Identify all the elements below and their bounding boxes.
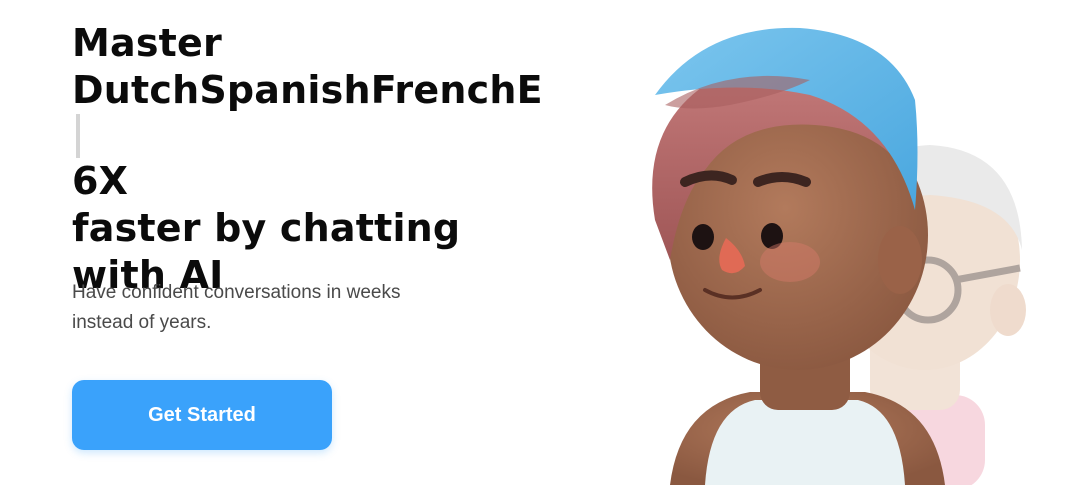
right-eyebrow bbox=[753, 172, 811, 187]
hero-illustration bbox=[652, 27, 1026, 485]
cheek-blush bbox=[760, 242, 820, 282]
headline-line-3: 6X bbox=[72, 159, 129, 203]
tank-top bbox=[705, 400, 905, 485]
headline-line-1: Master bbox=[72, 21, 222, 65]
elder-ear bbox=[990, 284, 1026, 336]
headline-line-2: DutchSpanishFrenchE bbox=[72, 67, 612, 158]
subtitle-line-1: Have confident conversations in weeks bbox=[72, 282, 401, 303]
hero-subtitle: Have confident conversations in weeks in… bbox=[72, 278, 472, 338]
headline-line-4: faster by chatting bbox=[72, 206, 461, 250]
subtitle-line-2: instead of years. bbox=[72, 312, 212, 333]
headline-languages: DutchSpanishFrenchE bbox=[72, 68, 543, 112]
boy-ear bbox=[878, 226, 922, 294]
left-eye bbox=[692, 224, 714, 250]
hero-text: Master DutchSpanishFrenchE 6X faster by … bbox=[72, 20, 612, 299]
boy-avatar bbox=[652, 27, 945, 485]
get-started-button[interactable]: Get Started bbox=[72, 380, 332, 450]
hero-headline: Master DutchSpanishFrenchE 6X faster by … bbox=[72, 20, 612, 299]
typing-caret bbox=[76, 114, 80, 158]
